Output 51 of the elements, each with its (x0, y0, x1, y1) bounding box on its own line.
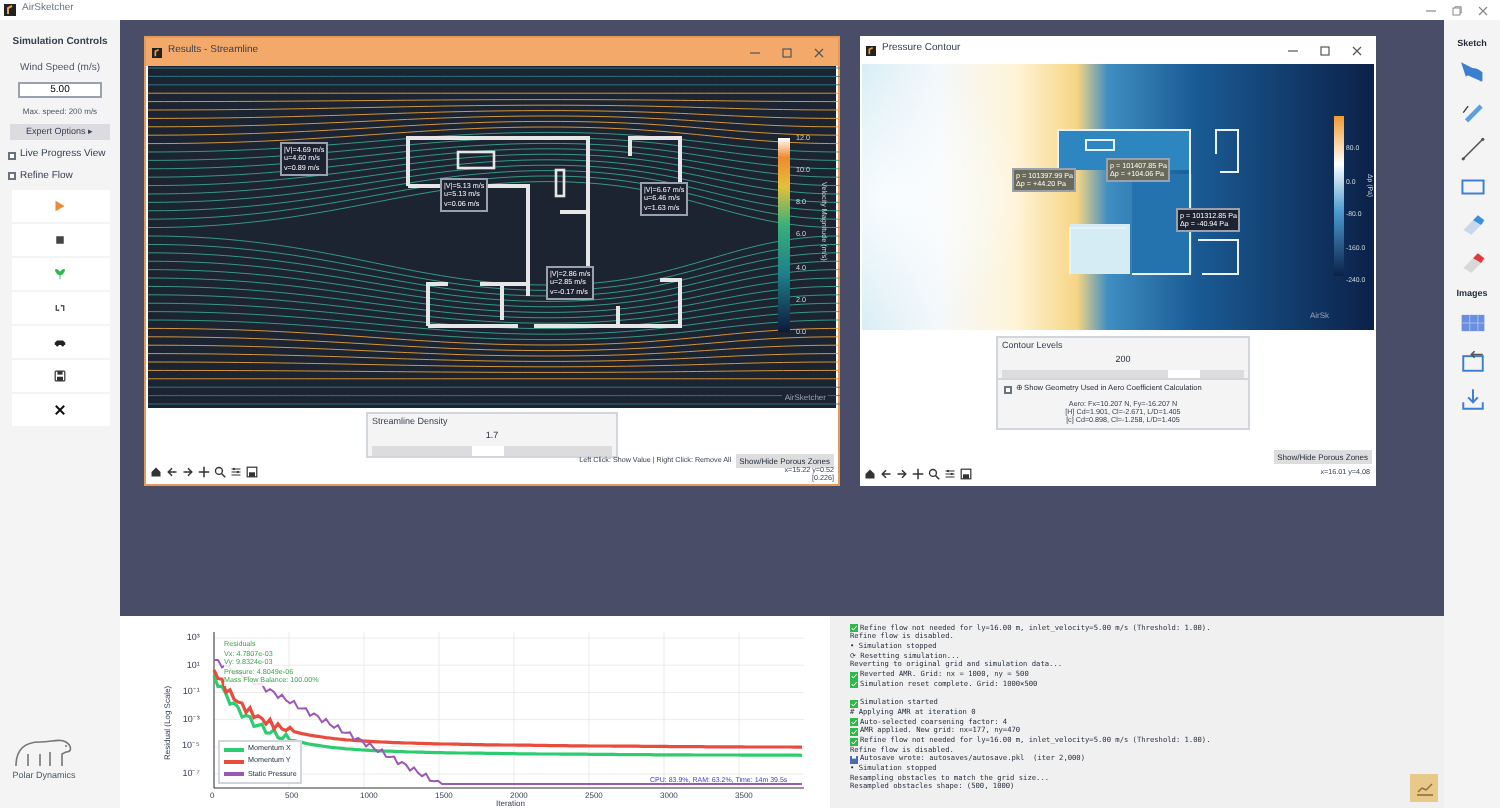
floppy-disk-icon (850, 755, 858, 764)
restore-icon[interactable] (1452, 5, 1462, 15)
slider-thumb[interactable] (471, 445, 504, 455)
pan-icon[interactable] (198, 466, 210, 478)
minimize-icon[interactable] (750, 47, 760, 57)
forward-arrow-icon[interactable] (896, 468, 908, 480)
close-icon[interactable] (1352, 45, 1362, 55)
stop-button[interactable] (11, 224, 109, 256)
back-arrow-icon[interactable] (166, 466, 178, 478)
image-grid-icon (1459, 310, 1485, 336)
zoom-icon[interactable] (928, 468, 940, 480)
maximize-icon[interactable] (1320, 45, 1330, 55)
download-tool-button[interactable] (1456, 383, 1488, 415)
checkbox[interactable] (8, 172, 16, 181)
chart-icon (1415, 781, 1433, 795)
app-logo-icon (152, 47, 162, 57)
forward-arrow-icon[interactable] (182, 466, 194, 478)
floppy-disk-icon[interactable] (246, 466, 258, 478)
play-icon (54, 200, 66, 212)
pan-icon[interactable] (912, 468, 924, 480)
floppy-disk-icon (54, 370, 66, 382)
import-tool-button[interactable] (1456, 345, 1488, 377)
check-icon (850, 699, 858, 708)
eraser-icon (1459, 212, 1485, 239)
app-logo-icon (866, 45, 876, 55)
sliders-icon[interactable] (230, 466, 242, 478)
sprout-icon (54, 268, 66, 280)
app-logo-icon (4, 4, 16, 16)
floppy-disk-button[interactable] (11, 360, 109, 392)
chart-button[interactable] (1410, 774, 1438, 802)
close-icon (54, 404, 66, 416)
check-icon (850, 624, 858, 633)
minimize-icon[interactable] (1288, 45, 1298, 55)
close-icon[interactable] (814, 47, 824, 57)
car-icon (54, 336, 66, 348)
import-icon (1459, 348, 1485, 374)
line-icon (1459, 136, 1485, 163)
floppy-disk-icon[interactable] (960, 468, 972, 480)
download-icon (1459, 386, 1485, 412)
checkbox[interactable] (1004, 385, 1012, 394)
home-icon[interactable] (864, 468, 876, 480)
back-arrow-icon[interactable] (880, 468, 892, 480)
stop-icon (54, 234, 66, 246)
home-icon[interactable] (150, 466, 162, 478)
zoom-icon[interactable] (214, 466, 226, 478)
checkbox[interactable] (8, 151, 16, 160)
close-icon[interactable] (1478, 5, 1488, 15)
sliders-icon[interactable] (944, 468, 956, 480)
eraser-icon (1459, 250, 1485, 277)
maximize-icon[interactable] (782, 47, 792, 57)
line-tool-button[interactable] (1456, 133, 1488, 166)
